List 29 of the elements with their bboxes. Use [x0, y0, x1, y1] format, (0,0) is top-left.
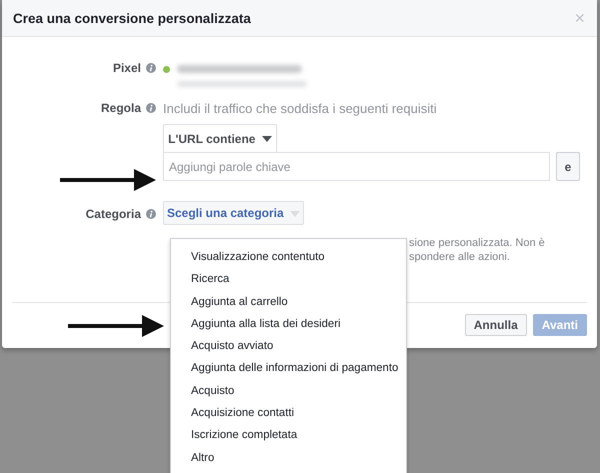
- and-button[interactable]: e: [556, 152, 580, 181]
- info-icon[interactable]: [146, 209, 156, 219]
- condition-dropdown[interactable]: L'URL contiene: [163, 124, 277, 152]
- menu-item[interactable]: Aggiunta al carrello: [171, 290, 406, 313]
- help-text: sione personalizzata. Non è: [409, 237, 545, 249]
- field-label: Regola: [100, 101, 141, 115]
- arrow-icon: [68, 315, 164, 337]
- arrow-icon: [60, 169, 156, 191]
- keyword-input[interactable]: Aggiungi parole chiave: [163, 152, 550, 181]
- info-icon[interactable]: [146, 63, 156, 73]
- field-label: Pixel: [112, 61, 141, 75]
- menu-item[interactable]: Visualizzazione contentuto: [171, 246, 406, 268]
- menu-item[interactable]: Acquisto: [171, 380, 406, 402]
- menu-item[interactable]: Acquisizione contatti: [171, 402, 406, 424]
- menu-item[interactable]: Aggiunta delle informazioni di pagamento: [171, 357, 406, 380]
- rule-description: Includi il traffico che soddisfa i seguenti requisiti: [163, 101, 437, 116]
- menu-item[interactable]: Iscrizione completata: [171, 424, 406, 447]
- info-icon[interactable]: [146, 103, 156, 113]
- menu-item[interactable]: Altro: [171, 446, 406, 469]
- help-text: spondere alle azioni.: [409, 251, 511, 263]
- dialog-title: Crea una conversione personalizzata: [13, 10, 251, 26]
- cancel-button[interactable]: Annulla: [464, 314, 527, 336]
- caret-icon: [262, 136, 272, 142]
- field-label: Categoria: [86, 207, 141, 221]
- menu-item[interactable]: Ricerca: [171, 268, 406, 291]
- caret-icon: [290, 210, 300, 217]
- menu-item[interactable]: Acquisto avviato: [171, 335, 406, 358]
- category-dropdown[interactable]: Scegli una categoria: [163, 201, 304, 225]
- menu-item[interactable]: Aggiunta alla lista dei desideri: [171, 312, 406, 336]
